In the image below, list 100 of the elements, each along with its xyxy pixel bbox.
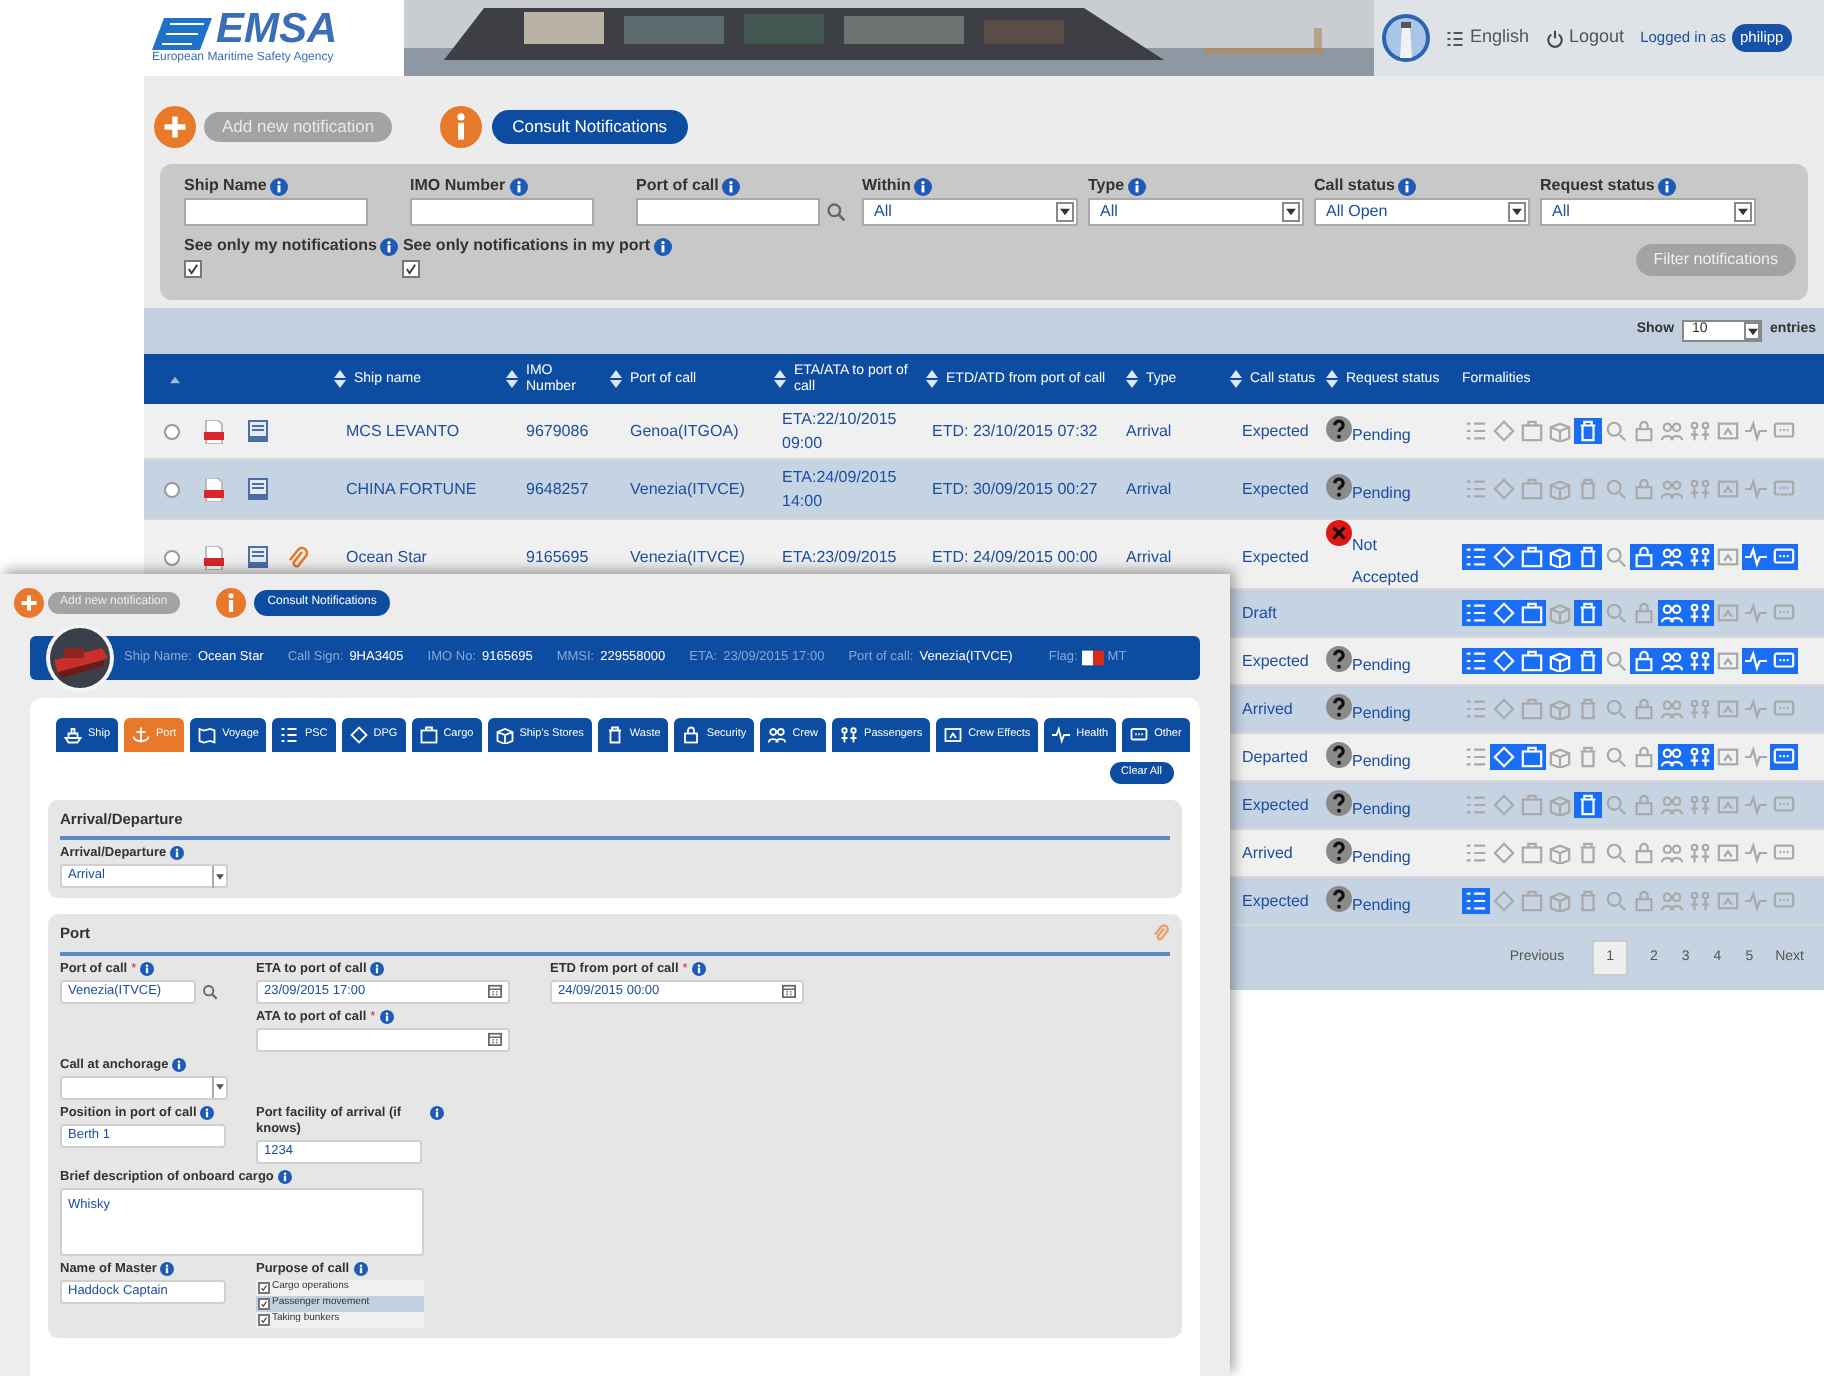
info-icon[interactable]: [440, 105, 483, 147]
table-cell-text: Arrival: [1126, 545, 1174, 569]
sort-icon[interactable]: [506, 370, 518, 388]
sort-icon[interactable]: [1326, 370, 1338, 388]
checkbox[interactable]: [258, 1281, 270, 1293]
pdf-icon[interactable]: [204, 545, 224, 569]
question-icon: [1326, 838, 1352, 864]
dropdown[interactable]: All Open: [1314, 198, 1530, 226]
suitcase-icon: [419, 726, 438, 744]
radio-button[interactable]: [164, 423, 180, 439]
power-icon[interactable]: [1545, 29, 1564, 47]
sort-icon[interactable]: [610, 370, 622, 388]
caret-icon: [216, 1084, 224, 1090]
list-icon: [280, 726, 299, 744]
plus-icon[interactable]: [14, 587, 44, 617]
pdf-icon[interactable]: [204, 477, 224, 501]
language-link[interactable]: English: [1470, 24, 1530, 52]
logo-text: EMSA: [216, 10, 338, 50]
field-label: IMO Number: [410, 174, 506, 198]
checkbox[interactable]: [184, 260, 202, 278]
table-cell-text: Venezia(ITVCE): [628, 545, 747, 569]
caret-icon: [1738, 208, 1748, 216]
input-field[interactable]: [636, 198, 820, 226]
table-cell[interactable]: MCS LEVANTO: [334, 419, 506, 443]
calendar-icon[interactable]: [782, 984, 796, 998]
info-icon: [270, 177, 289, 195]
consult-notifications-button[interactable]: Consult Notifications: [492, 109, 688, 143]
sort-icon[interactable]: [334, 370, 346, 388]
calendar-icon[interactable]: [488, 1032, 502, 1046]
checkbox[interactable]: [258, 1297, 270, 1309]
dropdown[interactable]: All: [1088, 198, 1304, 226]
info-icon: [691, 961, 706, 975]
plus-icon[interactable]: [154, 105, 196, 147]
sort-icon[interactable]: [1126, 370, 1138, 388]
search-icon[interactable]: [826, 202, 846, 222]
info-icon: [1658, 177, 1677, 195]
document-icon[interactable]: [248, 546, 268, 568]
paperclip-icon[interactable]: [1152, 924, 1170, 943]
table-cell-text: Arrival: [1126, 477, 1174, 501]
dropdown[interactable]: All: [1540, 198, 1756, 226]
info-icon: [654, 237, 673, 255]
question-icon: [1326, 742, 1352, 768]
status-text: Not Accepted: [1352, 534, 1421, 590]
table-cell-text: ETD: 23/10/2015 07:32: [930, 419, 1100, 443]
ship-icon: [64, 726, 82, 744]
checkbox[interactable]: [402, 260, 421, 278]
table-cell-text: 9165695: [524, 545, 591, 569]
chat-icon: [1130, 726, 1149, 744]
field-label: Call status: [1314, 174, 1395, 198]
table-cell-text: Expected: [1240, 793, 1311, 817]
table-cell-text: Arrived: [1240, 841, 1295, 865]
radio-button[interactable]: [164, 549, 180, 565]
info-icon: [914, 177, 933, 195]
table-cell-text: Expected: [1240, 419, 1311, 443]
pdf-icon[interactable]: [204, 419, 224, 443]
document-icon[interactable]: [248, 420, 268, 442]
question-icon: [1326, 790, 1352, 816]
list-icon: [1446, 29, 1464, 47]
info-icon: [370, 961, 385, 975]
caret-icon: [1060, 208, 1070, 216]
info-icon: [160, 1261, 175, 1275]
sort-icon[interactable]: [774, 370, 786, 388]
table-cell-text: Expected: [1240, 477, 1311, 501]
info-icon: [277, 1169, 292, 1183]
table-cell[interactable]: Ocean Star: [334, 545, 506, 569]
sort-icon[interactable]: [926, 370, 938, 388]
status-text: Pending: [1352, 704, 1411, 724]
calendar-icon[interactable]: [488, 984, 502, 998]
info-icon: [380, 237, 399, 255]
table-cell-text: Venezia(ITVCE): [628, 477, 747, 501]
info-icon: [379, 1009, 394, 1023]
paperclip-icon[interactable]: [288, 545, 308, 569]
status-text: Pending: [1352, 656, 1411, 676]
screen-icon: [944, 726, 963, 744]
table-cell[interactable]: CHINA FORTUNE: [334, 477, 506, 501]
dropdown[interactable]: All: [862, 198, 1078, 226]
logout-link[interactable]: Logout: [1569, 24, 1625, 52]
logo-icon: [152, 18, 212, 50]
date-field[interactable]: [256, 1027, 510, 1051]
box-icon: [495, 726, 514, 744]
status-text: Pending: [1352, 484, 1411, 504]
field-label: Within: [862, 174, 911, 198]
checkbox-label: See only notifications in my port: [402, 234, 651, 258]
status-text: Pending: [1352, 426, 1411, 446]
question-icon: [1326, 886, 1352, 912]
status-text: Pending: [1352, 896, 1411, 916]
document-icon[interactable]: [248, 478, 268, 500]
search-icon[interactable]: [202, 983, 218, 999]
input-field[interactable]: [410, 198, 594, 226]
checkbox[interactable]: [258, 1313, 270, 1325]
status-text: Pending: [1352, 800, 1411, 820]
sort-icon[interactable]: [1230, 370, 1242, 388]
radio-button[interactable]: [164, 481, 180, 497]
table-cell-text: Genoa(ITGOA): [628, 419, 741, 443]
trash-icon: [605, 726, 624, 744]
sort-icon[interactable]: [170, 375, 180, 383]
info-icon[interactable]: [215, 587, 246, 617]
table-cell-text: ETA:24/09/2015 14:00: [780, 465, 899, 513]
input-field[interactable]: [184, 198, 368, 226]
status-text: Pending: [1352, 752, 1411, 772]
